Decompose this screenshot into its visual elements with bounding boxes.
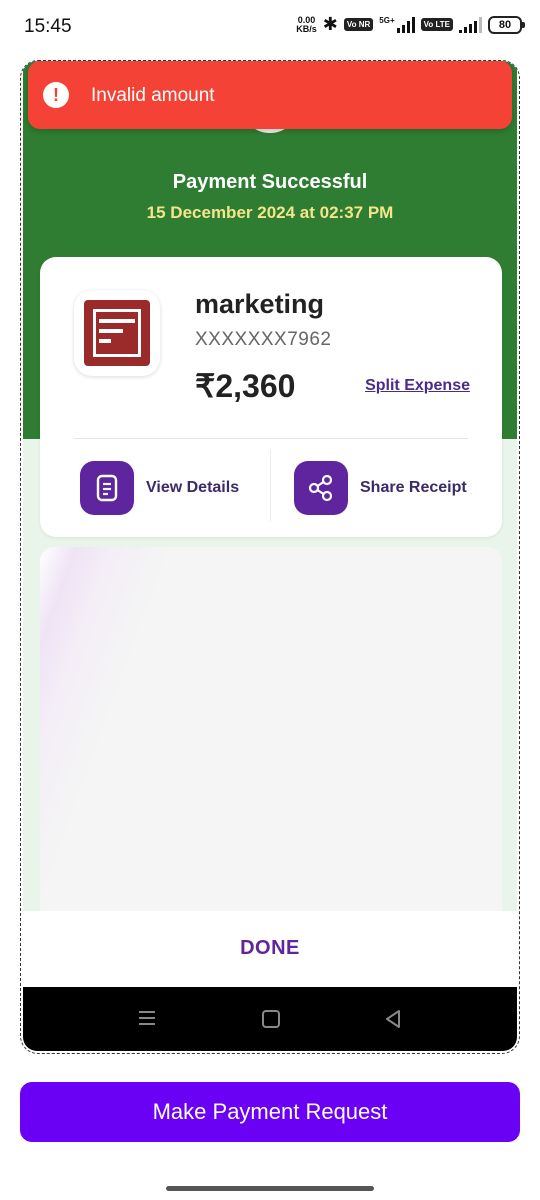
split-expense-link[interactable]: Split Expense: [365, 377, 470, 395]
make-payment-request-button[interactable]: Make Payment Request: [20, 1082, 520, 1142]
signal-strength-2-icon: [459, 16, 482, 33]
actions-divider: [270, 449, 271, 521]
payment-status-title: Payment Successful: [172, 171, 368, 193]
network-speed-unit: KB/s: [296, 23, 317, 34]
error-toast: ! Invalid amount: [28, 61, 512, 129]
home-indicator[interactable]: [166, 1186, 374, 1191]
view-details-button[interactable]: View Details: [80, 461, 239, 515]
receipt-screen: Payment Successful 15 December 2024 at 0…: [23, 61, 517, 1051]
signal-strength-icon: [396, 16, 415, 33]
toast-message: Invalid amount: [91, 85, 215, 106]
payee-account: XXXXXXX7962: [195, 329, 332, 350]
payment-amount: ₹2,360: [195, 368, 296, 404]
bluetooth-icon: ✱: [322, 14, 338, 34]
status-icons: 0.00 KB/s ✱ Vo NR 5G+ Vo LTE 80: [296, 14, 525, 35]
battery-icon: 80: [488, 15, 525, 34]
alert-icon: !: [43, 82, 69, 108]
payee-logo-icon: [84, 300, 150, 366]
home-icon[interactable]: [261, 1009, 281, 1034]
done-button[interactable]: DONE: [23, 937, 517, 960]
volte-nr-icon: Vo NR: [343, 18, 374, 31]
view-details-label: View Details: [146, 479, 240, 496]
recent-apps-icon[interactable]: [137, 1009, 157, 1032]
share-receipt-button[interactable]: Share Receipt: [294, 461, 467, 515]
payment-date: 15 December 2024 at 02:37 PM: [146, 203, 394, 222]
card-divider: [74, 438, 468, 439]
network-type-label: 5G+: [379, 16, 395, 25]
volte-lte-icon: Vo LTE: [420, 18, 453, 31]
status-time: 15:45: [24, 16, 72, 37]
android-nav-bar: [23, 987, 517, 1051]
payee-logo: [74, 290, 160, 376]
status-bar: 15:45 0.00 KB/s ✱ Vo NR 5G+ Vo LTE 80: [0, 0, 540, 56]
payee-name: marketing: [195, 289, 325, 319]
promo-banner-placeholder: [40, 547, 502, 927]
payment-card: marketing XXXXXXX7962 ₹2,360 Split Expen…: [40, 257, 502, 537]
done-bar: DONE: [23, 911, 517, 987]
share-receipt-label: Share Receipt: [360, 479, 467, 496]
network-speed: 0.00 KB/s: [296, 15, 317, 34]
back-icon[interactable]: [383, 1009, 403, 1034]
document-icon: [80, 461, 134, 515]
receipt-preview-frame: Payment Successful 15 December 2024 at 0…: [20, 60, 520, 1054]
share-icon: [294, 461, 348, 515]
